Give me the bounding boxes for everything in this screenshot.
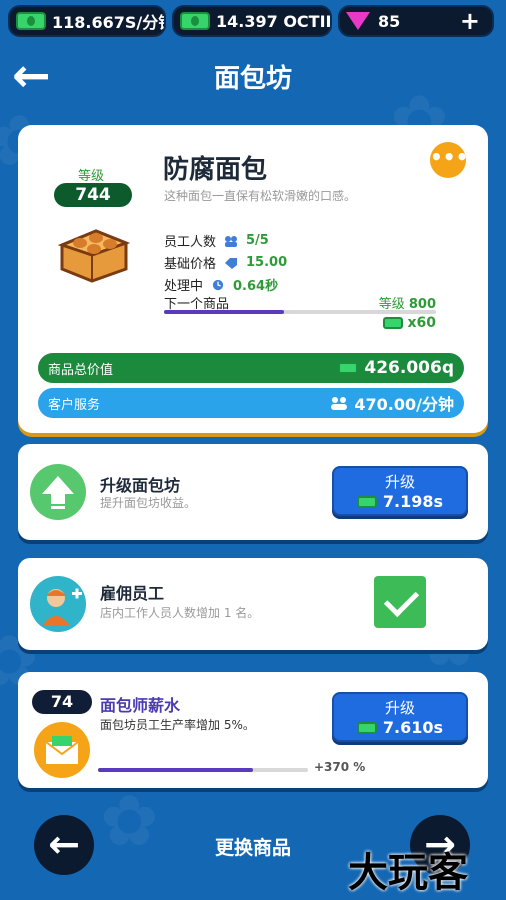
customers-icon — [331, 397, 348, 410]
upgrade-button-label: 升级 — [384, 473, 415, 491]
cash-icon — [356, 721, 377, 734]
baker-salary-card: 74 面包师薪水 面包坊员工生产率增加 5%。 升级 7.610s +370 % — [18, 672, 488, 788]
base-price-value: 15.00 — [246, 255, 288, 270]
add-gems-button[interactable]: + — [460, 7, 486, 35]
clock-icon — [212, 279, 224, 290]
income-rate: 118.667S/分钟 — [52, 13, 166, 32]
salary-bonus: +370 % — [314, 760, 366, 774]
salary-progress — [98, 768, 308, 772]
upgrade-bakery-title: 升级面包坊 — [100, 476, 181, 495]
product-name: 防腐面包 — [163, 155, 268, 185]
upgrade-bakery-description: 提升面包坊收益。 — [100, 496, 197, 510]
customer-service-bar: 客户服务 470.00/分钟 — [38, 388, 464, 418]
upgrade-arrow-icon — [30, 464, 86, 520]
gems-pill[interactable]: 85 + — [338, 5, 494, 37]
salary-title: 面包师薪水 — [100, 696, 181, 715]
customer-service-value: 470.00/分钟 — [354, 395, 454, 414]
hire-staff-title: 雇佣员工 — [100, 584, 165, 603]
page-title: 面包坊 — [213, 64, 292, 94]
multiplier-value: x60 — [407, 315, 436, 331]
watermark: 大玩客 — [348, 849, 468, 896]
people-icon — [225, 235, 238, 247]
base-price-row: 基础价格 15.00 — [164, 253, 287, 272]
cash-total-pill: 14.397 OCTILLIONS — [172, 5, 332, 37]
salary-envelope-icon — [34, 722, 90, 778]
upgrade-bakery-card: 升级面包坊 提升面包坊收益。 升级 7.198s — [18, 444, 488, 540]
salary-level-badge: 74 — [32, 690, 92, 714]
income-rate-pill: 118.667S/分钟 — [8, 5, 166, 37]
multiplier: x60 — [383, 315, 436, 331]
next-product-progress — [164, 310, 436, 314]
worker-icon — [30, 576, 86, 632]
cash-icon — [383, 317, 404, 329]
total-value-label: 商品总价值 — [48, 362, 114, 378]
product-description: 这种面包一直保有松软滑嫩的口感。 — [164, 189, 357, 203]
customer-service-label: 客户服务 — [48, 397, 101, 413]
upgrade-salary-button[interactable]: 升级 7.610s — [332, 692, 468, 742]
total-value: 426.006q — [364, 358, 454, 378]
total-value-bar: 商品总价值 426.006q — [38, 353, 464, 383]
processing-row: 处理中 0.64秒 — [164, 275, 278, 294]
product-card: 等级 744 防腐面包 这种面包一直保有松软滑嫩的口感。 ••• 员工人数 5/… — [18, 125, 488, 433]
staff-value: 5/5 — [246, 233, 269, 248]
cash-icon — [16, 12, 46, 30]
cash-icon — [356, 495, 377, 508]
processing-label: 处理中 — [164, 279, 204, 294]
hire-staff-checkmark[interactable] — [374, 576, 426, 628]
base-price-label: 基础价格 — [164, 257, 217, 272]
hire-staff-card: 雇佣员工 店内工作人员人数增加 1 名。 — [18, 558, 488, 650]
gem-count: 85 — [378, 11, 401, 31]
staff-row: 员工人数 5/5 — [164, 231, 269, 250]
top-resource-bar: 118.667S/分钟 14.397 OCTILLIONS 85 + — [8, 5, 498, 37]
level-badge: 744 — [54, 183, 132, 207]
upgrade-bakery-button[interactable]: 升级 7.198s — [332, 466, 468, 516]
staff-label: 员工人数 — [164, 235, 217, 250]
salary-progress-fill — [98, 768, 254, 772]
upgrade-button-cost: 7.198s — [382, 492, 444, 511]
upgrade-button-cost: 7.610s — [382, 718, 444, 737]
hire-staff-description: 店内工作人员人数增加 1 名。 — [100, 606, 260, 620]
level-label: 等级 — [78, 169, 105, 184]
price-tag-icon — [225, 257, 238, 269]
bread-icon — [57, 229, 130, 283]
salary-description: 面包坊员工生产率增加 5%。 — [100, 718, 255, 732]
next-product-progress-fill — [164, 310, 284, 314]
more-options-button[interactable]: ••• — [430, 142, 468, 178]
upgrade-button-label: 升级 — [384, 699, 415, 717]
cash-icon — [180, 12, 210, 30]
cash-total: 14.397 OCTILLIONS — [216, 11, 332, 31]
cash-icon — [338, 362, 359, 374]
gem-icon — [346, 12, 370, 30]
processing-value: 0.64秒 — [233, 279, 279, 294]
